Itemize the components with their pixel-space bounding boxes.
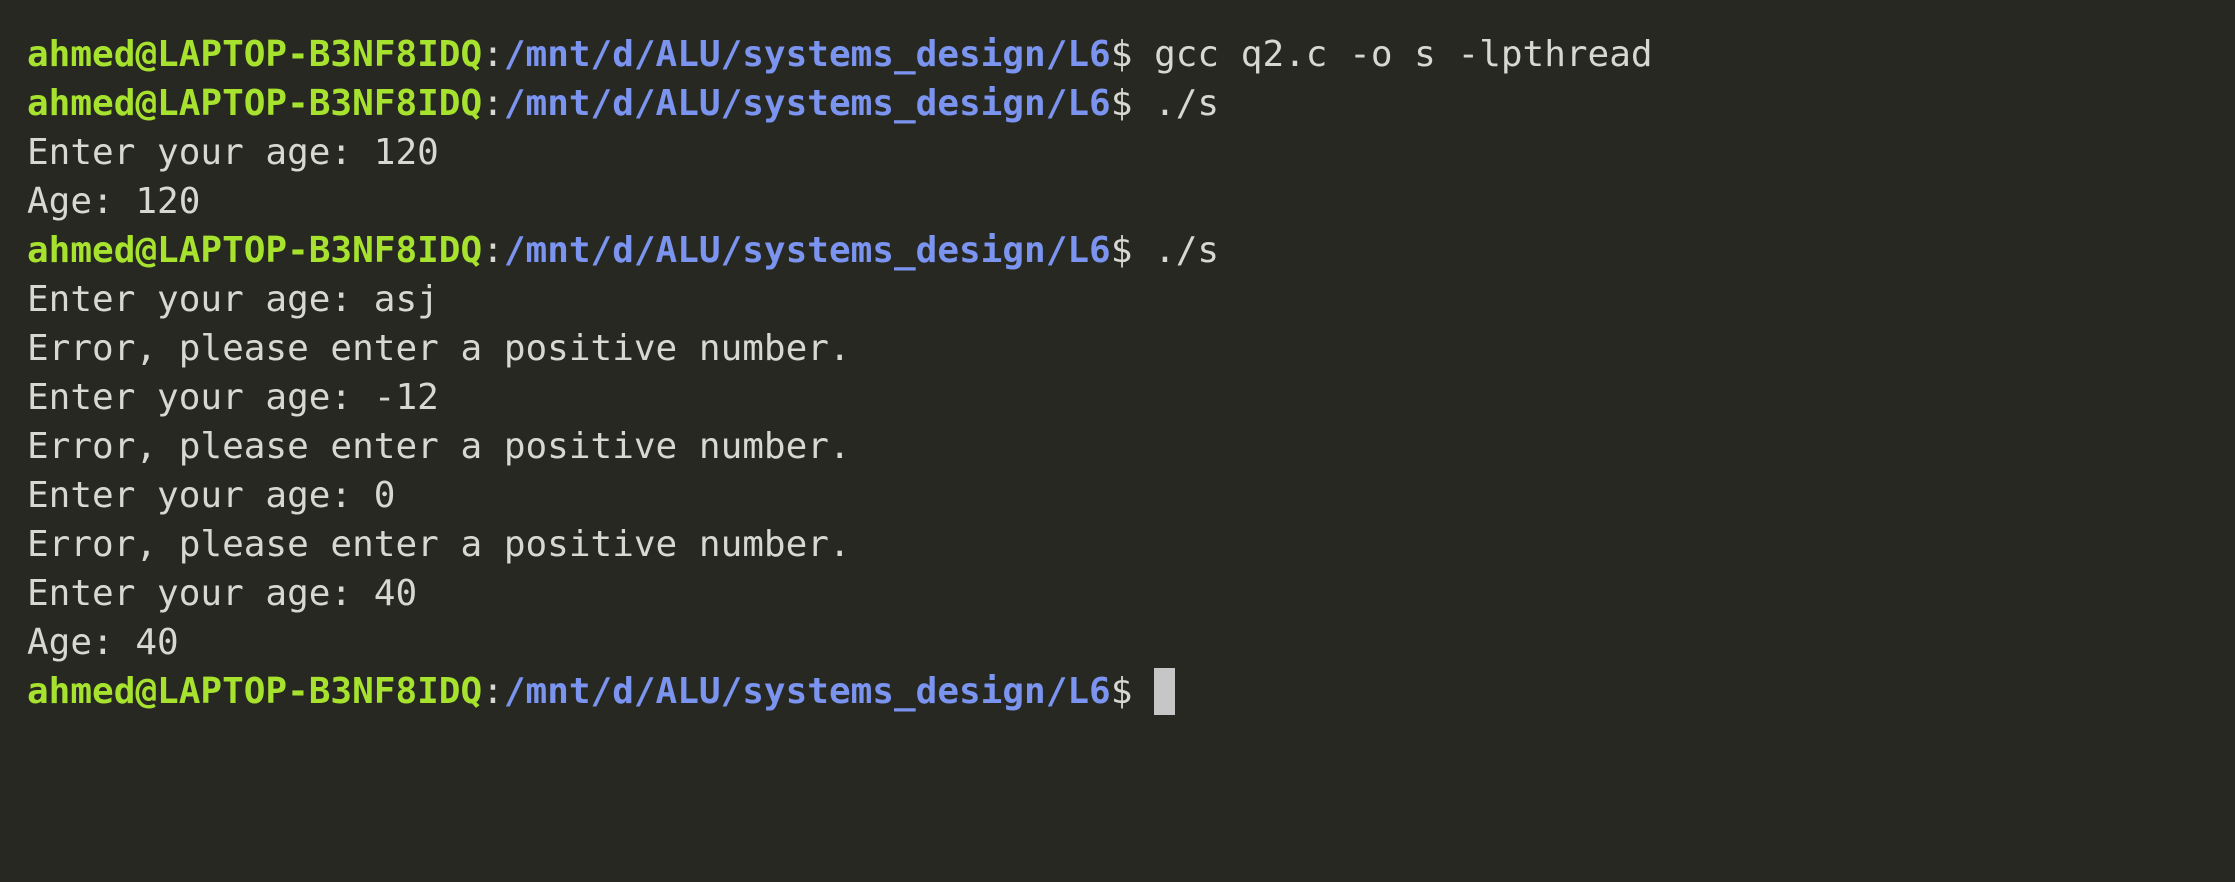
output-line: Error, please enter a positive number. xyxy=(27,520,2235,569)
output-text: Error, please enter a positive number. xyxy=(27,328,851,369)
prompt-separator: : xyxy=(482,83,504,124)
prompt-separator: : xyxy=(482,230,504,271)
output-text: Enter your age: asj xyxy=(27,279,439,320)
output-line: Age: 40 xyxy=(27,618,2235,667)
prompt-separator: : xyxy=(482,34,504,75)
command-text xyxy=(1132,671,1154,712)
prompt-symbol: $ xyxy=(1110,34,1133,75)
output-text: Enter your age: -12 xyxy=(27,377,439,418)
output-line: Enter your age: asj xyxy=(27,275,2235,324)
output-line: Age: 120 xyxy=(27,177,2235,226)
prompt-path: /mnt/d/ALU/systems_design/L6 xyxy=(503,34,1111,75)
terminal-window[interactable]: ahmed@LAPTOP-B3NF8IDQ:/mnt/d/ALU/systems… xyxy=(0,0,2235,882)
prompt-symbol: $ xyxy=(1110,230,1133,271)
output-line: Enter your age: -12 xyxy=(27,373,2235,422)
prompt-user-host: ahmed@LAPTOP-B3NF8IDQ xyxy=(27,230,483,271)
prompt-symbol: $ xyxy=(1110,83,1133,124)
output-text: Error, please enter a positive number. xyxy=(27,426,851,467)
output-line: Error, please enter a positive number. xyxy=(27,324,2235,373)
prompt-user-host: ahmed@LAPTOP-B3NF8IDQ xyxy=(27,34,483,75)
prompt-line: ahmed@LAPTOP-B3NF8IDQ:/mnt/d/ALU/systems… xyxy=(27,30,2235,79)
prompt-line: ahmed@LAPTOP-B3NF8IDQ:/mnt/d/ALU/systems… xyxy=(27,79,2235,128)
prompt-line: ahmed@LAPTOP-B3NF8IDQ:/mnt/d/ALU/systems… xyxy=(27,667,2235,716)
output-line: Enter your age: 40 xyxy=(27,569,2235,618)
output-line: Error, please enter a positive number. xyxy=(27,422,2235,471)
prompt-path: /mnt/d/ALU/systems_design/L6 xyxy=(503,83,1111,124)
command-text: ./s xyxy=(1132,230,1220,271)
prompt-separator: : xyxy=(482,671,504,712)
output-text: Age: 40 xyxy=(27,622,179,663)
output-text: Enter your age: 120 xyxy=(27,132,439,173)
terminal-output: ahmed@LAPTOP-B3NF8IDQ:/mnt/d/ALU/systems… xyxy=(27,30,2235,716)
output-text: Age: 120 xyxy=(27,181,201,222)
command-text: ./s xyxy=(1132,83,1220,124)
output-line: Enter your age: 120 xyxy=(27,128,2235,177)
prompt-line: ahmed@LAPTOP-B3NF8IDQ:/mnt/d/ALU/systems… xyxy=(27,226,2235,275)
text-cursor[interactable] xyxy=(1154,667,1176,715)
prompt-user-host: ahmed@LAPTOP-B3NF8IDQ xyxy=(27,83,483,124)
output-text: Enter your age: 0 xyxy=(27,475,396,516)
prompt-user-host: ahmed@LAPTOP-B3NF8IDQ xyxy=(27,671,483,712)
prompt-path: /mnt/d/ALU/systems_design/L6 xyxy=(503,230,1111,271)
prompt-path: /mnt/d/ALU/systems_design/L6 xyxy=(503,671,1111,712)
output-line: Enter your age: 0 xyxy=(27,471,2235,520)
output-text: Enter your age: 40 xyxy=(27,573,418,614)
command-text: gcc q2.c -o s -lpthread xyxy=(1132,34,1653,75)
output-text: Error, please enter a positive number. xyxy=(27,524,851,565)
prompt-symbol: $ xyxy=(1110,671,1133,712)
